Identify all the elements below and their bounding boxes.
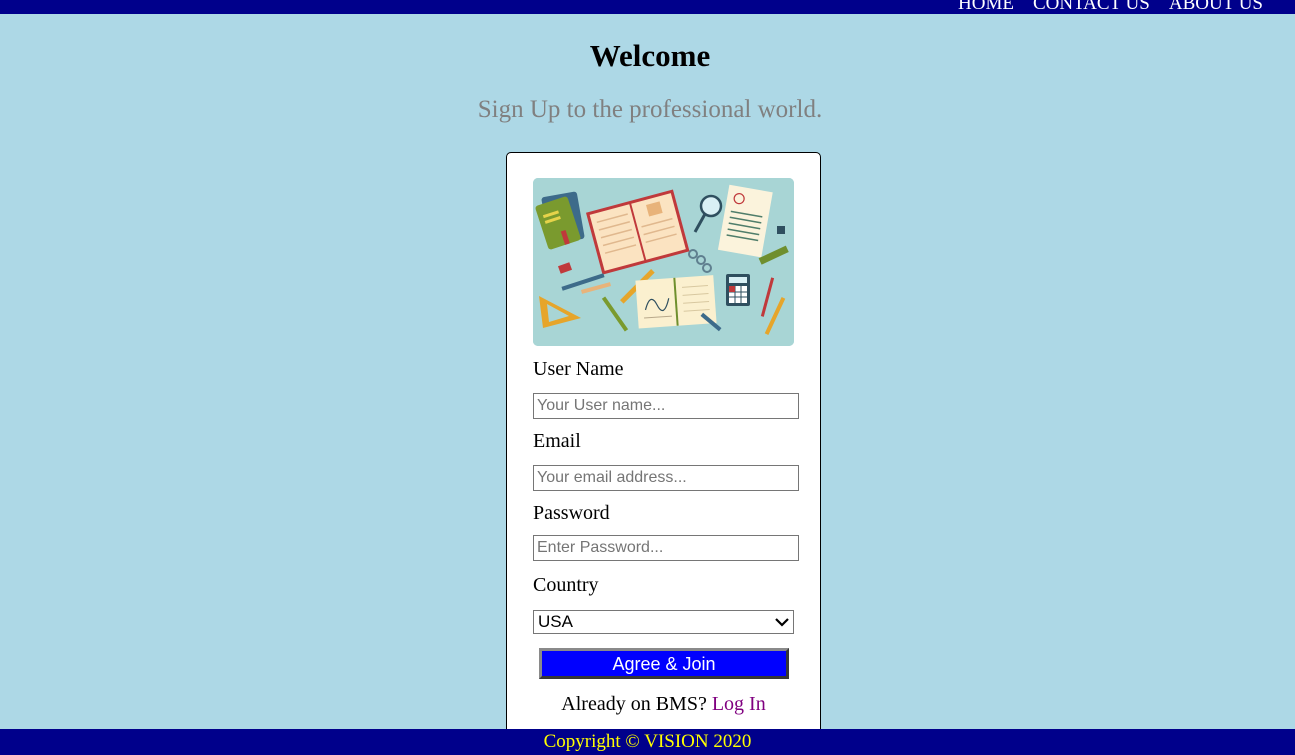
nav-contact-link[interactable]: CONTACT US [1033,0,1150,14]
login-prompt-text: Already on BMS? [561,693,707,715]
chevron-down-icon [775,618,789,627]
hero-illustration [533,178,794,346]
page-tagline: Sign Up to the professional world. [477,96,823,123]
nav-about-link[interactable]: ABOUT US [1169,0,1263,14]
copyright-text: Copyright © VISION 2020 [543,731,752,752]
country-selected-value: USA [538,612,573,631]
username-input[interactable] [533,393,799,419]
username-label: User Name [533,358,624,380]
country-label: Country [533,574,599,596]
page-title: Welcome [589,38,711,73]
login-prompt: Already on BMS? Log In [507,693,820,716]
password-input[interactable] [533,535,799,561]
email-label: Email [533,430,581,452]
country-select[interactable]: USA [533,610,794,634]
signup-card: User Name Email Password Country USA Agr… [506,152,821,754]
nav-menu: HOME CONTACT US ABOUT US [958,0,1263,14]
password-label: Password [533,502,610,524]
email-input[interactable] [533,465,799,491]
footer-bar: Copyright © VISION 2020 [0,729,1295,755]
login-link[interactable]: Log In [712,693,766,715]
top-nav-bar: HOME CONTACT US ABOUT US [0,0,1295,14]
nav-home-link[interactable]: HOME [958,0,1014,14]
agree-join-button[interactable]: Agree & Join [539,648,789,679]
education-illustration [533,178,794,346]
